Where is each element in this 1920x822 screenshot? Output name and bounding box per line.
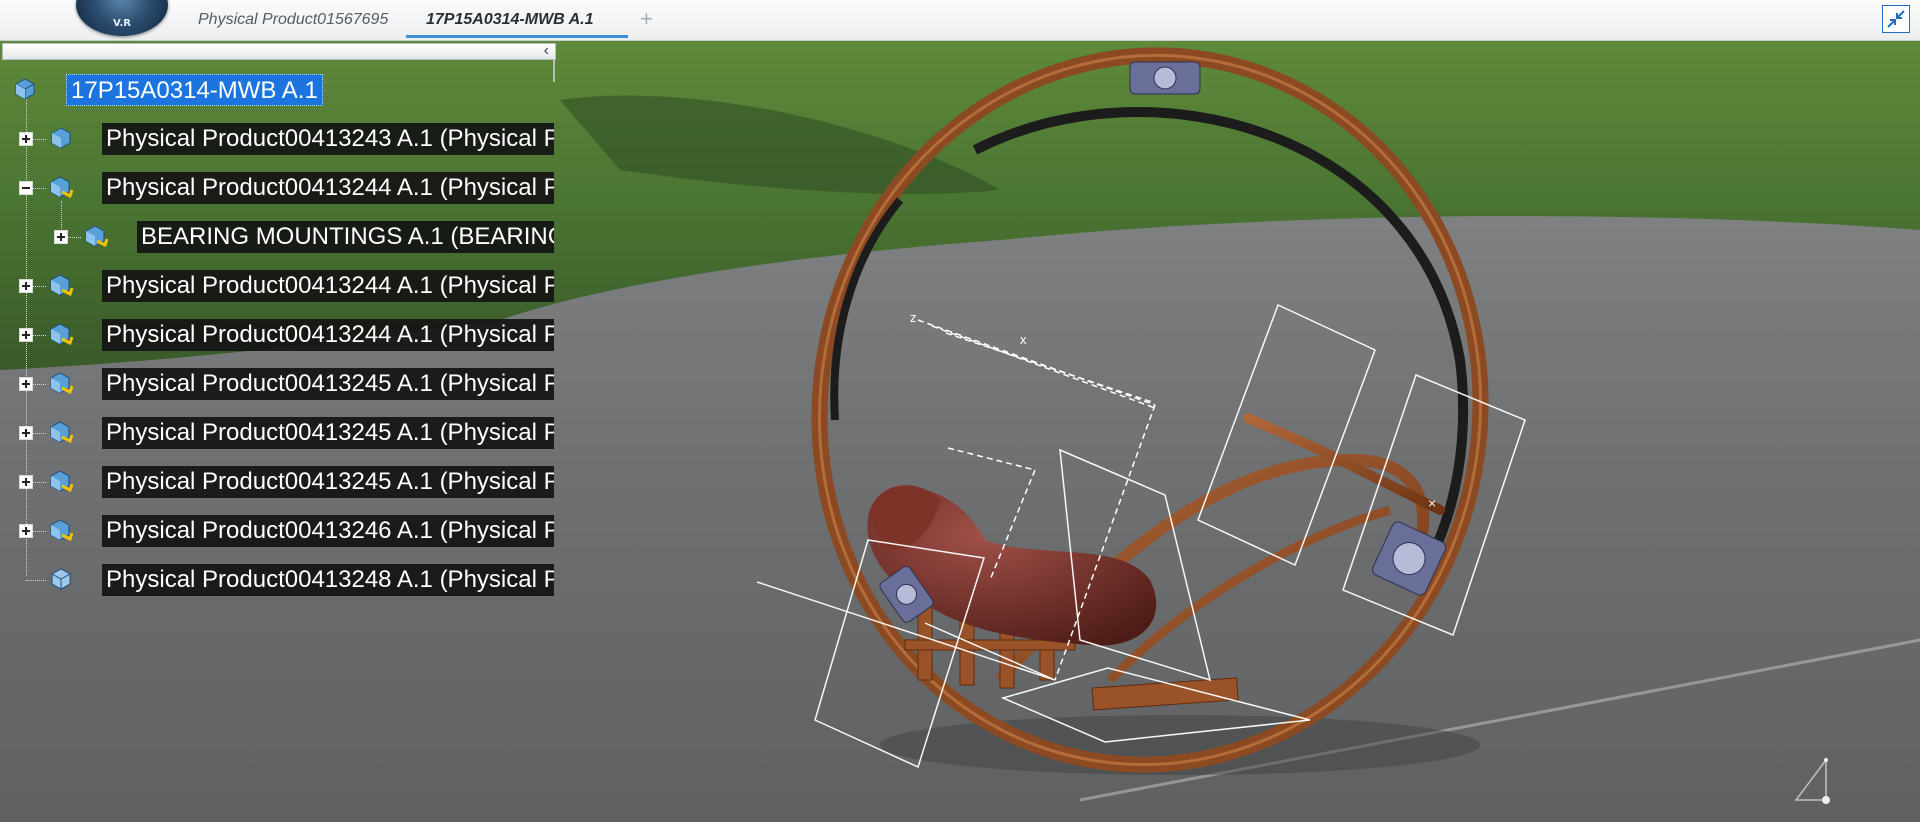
tree-root-label[interactable]: 17P15A0314-MWB A.1 [66, 74, 323, 106]
tree-item-label: Physical Product00413245 A.1 (Physical P [102, 466, 554, 498]
part-icon [51, 568, 71, 590]
collapse-arrows-icon [1887, 10, 1905, 28]
assembly-icon [51, 127, 71, 149]
document-tab-bar: V.R Physical Product01567695 17P15A0314-… [0, 0, 1920, 41]
tree-item-row-8[interactable]: Physical Product00413245 A.1 (Physical P [0, 466, 560, 498]
tree-item-row-5[interactable]: Physical Product00413244 A.1 (Physical P [0, 319, 560, 351]
specification-tree: 17P15A0314-MWB A.1 Physical Product00413… [0, 0, 560, 822]
tree-item-row-7[interactable]: Physical Product00413245 A.1 (Physical P [0, 417, 560, 449]
tree-item-label: BEARING MOUNTINGS A.1 (BEARING [137, 221, 554, 253]
tree-item-label: Physical Product00413248 A.1 (Physical P [102, 564, 554, 596]
tree-item-label: Physical Product00413244 A.1 (Physical P [102, 270, 554, 302]
logo-version: V.R [113, 18, 131, 29]
flexible-assembly-icon [50, 519, 74, 542]
tree-item-row-1[interactable]: Physical Product00413243 A.1 (Physical P [0, 123, 560, 155]
expand-toggle-icon[interactable] [19, 377, 33, 391]
axis-x-label: x [1020, 332, 1027, 347]
flexible-assembly-icon [50, 323, 74, 346]
tree-item-label: Physical Product00413245 A.1 (Physical P [102, 368, 554, 400]
bearing-top [1129, 61, 1201, 95]
expand-toggle-icon[interactable] [19, 279, 33, 293]
tree-header-bar: ‹ [2, 42, 556, 82]
expand-toggle-icon[interactable] [19, 426, 33, 440]
tab-active-assembly[interactable]: 17P15A0314-MWB A.1 [406, 0, 628, 38]
restore-window-button[interactable] [1882, 5, 1910, 33]
tree-collapse-chevron-icon[interactable]: ‹ [544, 42, 549, 60]
tree-divider [553, 60, 555, 82]
tree-item-label: Physical Product00413244 A.1 (Physical P [102, 319, 554, 351]
orientation-compass-icon[interactable] [1786, 752, 1846, 812]
flexible-assembly-icon [50, 176, 74, 199]
compass-logo-icon[interactable]: V.R [76, 0, 168, 36]
collapse-toggle-icon[interactable] [19, 181, 33, 195]
tree-item-label: Physical Product00413245 A.1 (Physical P [102, 417, 554, 449]
expand-toggle-icon[interactable] [54, 230, 68, 244]
flexible-assembly-icon [50, 470, 74, 493]
expand-toggle-icon[interactable] [19, 132, 33, 146]
tab-physical-product[interactable]: Physical Product01567695 [198, 0, 388, 38]
bearing-marker-x: × [1428, 495, 1436, 511]
assembly-icon [15, 78, 35, 100]
flexible-assembly-icon [50, 421, 74, 444]
add-tab-button[interactable]: + [640, 0, 653, 40]
expand-toggle-icon[interactable] [19, 328, 33, 342]
axis-z-label: z [910, 310, 917, 325]
tree-item-row-9[interactable]: Physical Product00413246 A.1 (Physical P [0, 515, 560, 547]
tree-root-row[interactable]: 17P15A0314-MWB A.1 [0, 74, 560, 106]
flexible-assembly-icon [50, 372, 74, 395]
tree-item-row-3[interactable]: BEARING MOUNTINGS A.1 (BEARING [0, 221, 560, 253]
expand-toggle-icon[interactable] [19, 524, 33, 538]
expand-toggle-icon[interactable] [19, 475, 33, 489]
tree-item-label: Physical Product00413244 A.1 (Physical P [102, 172, 554, 204]
tree-item-label: Physical Product00413243 A.1 (Physical P [102, 123, 554, 155]
tree-item-label: Physical Product00413246 A.1 (Physical P [102, 515, 554, 547]
tree-item-row-2[interactable]: Physical Product00413244 A.1 (Physical P [0, 172, 560, 204]
flexible-assembly-icon [85, 225, 109, 248]
flexible-assembly-icon [50, 274, 74, 297]
tree-item-row-10[interactable]: Physical Product00413248 A.1 (Physical P [0, 564, 560, 596]
tree-item-row-4[interactable]: Physical Product00413244 A.1 (Physical P [0, 270, 560, 302]
tree-item-row-6[interactable]: Physical Product00413245 A.1 (Physical P [0, 368, 560, 400]
